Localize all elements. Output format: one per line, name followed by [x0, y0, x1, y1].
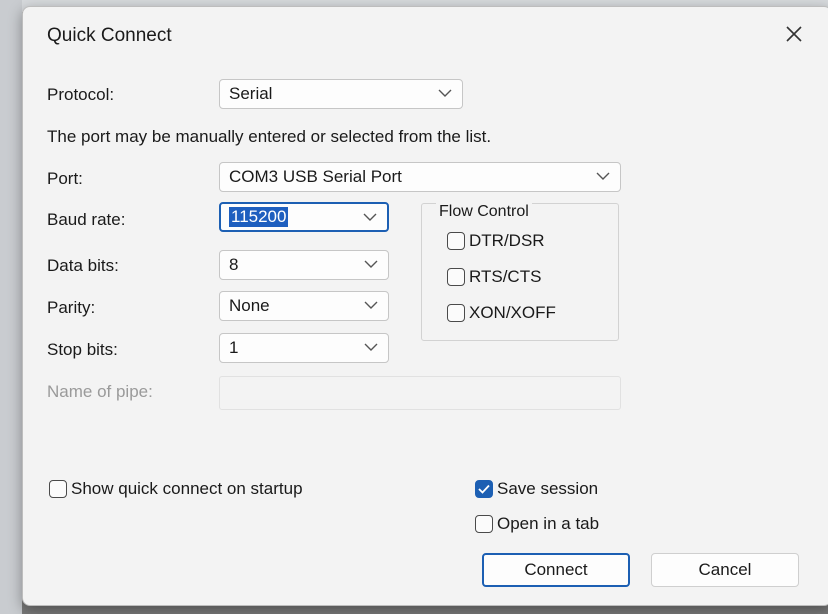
show-on-startup-checkbox[interactable]: Show quick connect on startup [49, 479, 303, 499]
baud-rate-label: Baud rate: [47, 210, 126, 229]
checkbox-box [447, 232, 465, 250]
checkbox-box [447, 304, 465, 322]
port-value: COM3 USB Serial Port [229, 167, 402, 186]
baud-rate-value: 115200 [229, 207, 289, 227]
parity-value: None [229, 296, 270, 315]
rts-cts-label: RTS/CTS [469, 267, 542, 286]
show-on-startup-label: Show quick connect on startup [71, 479, 303, 498]
parity-label: Parity: [47, 298, 96, 317]
xon-xoff-checkbox[interactable]: XON/XOFF [447, 303, 556, 323]
xon-xoff-label: XON/XOFF [469, 303, 556, 322]
dialog-title: Quick Connect [47, 25, 172, 46]
data-bits-label: Data bits: [47, 256, 119, 275]
flow-control-legend: Flow Control [436, 203, 532, 221]
dtr-dsr-checkbox[interactable]: DTR/DSR [447, 231, 545, 251]
chevron-down-icon [363, 213, 377, 221]
checkbox-box [49, 480, 67, 498]
quick-connect-dialog: Quick Connect Protocol: Serial The port … [22, 6, 828, 606]
chevron-down-icon [438, 89, 452, 97]
stop-bits-select[interactable]: 1 [219, 333, 389, 363]
port-combobox[interactable]: COM3 USB Serial Port [219, 162, 621, 192]
close-icon [786, 26, 802, 42]
protocol-select[interactable]: Serial [219, 79, 463, 109]
data-bits-select[interactable]: 8 [219, 250, 389, 280]
stop-bits-label: Stop bits: [47, 340, 118, 359]
baud-rate-combobox[interactable]: 115200 [219, 202, 389, 232]
open-in-tab-checkbox[interactable]: Open in a tab [475, 514, 599, 534]
cancel-button[interactable]: Cancel [651, 553, 799, 587]
chevron-down-icon [596, 172, 610, 180]
parity-select[interactable]: None [219, 291, 389, 321]
dtr-dsr-label: DTR/DSR [469, 231, 545, 250]
port-label: Port: [47, 169, 83, 188]
close-button[interactable] [775, 17, 813, 51]
background-window-edge [0, 0, 22, 614]
port-instruction-text: The port may be manually entered or sele… [47, 127, 492, 146]
pipe-name-input [219, 376, 621, 410]
stop-bits-value: 1 [229, 338, 239, 357]
checkbox-box [475, 515, 493, 533]
open-in-tab-label: Open in a tab [497, 514, 600, 533]
checkbox-box [475, 480, 493, 498]
checkmark-icon [478, 484, 490, 494]
connect-button[interactable]: Connect [482, 553, 630, 587]
protocol-label: Protocol: [47, 85, 115, 104]
checkbox-box [447, 268, 465, 286]
pipe-name-label: Name of pipe: [47, 382, 153, 401]
protocol-value: Serial [229, 84, 273, 103]
rts-cts-checkbox[interactable]: RTS/CTS [447, 267, 541, 287]
chevron-down-icon [364, 343, 378, 351]
save-session-label: Save session [497, 479, 599, 498]
data-bits-value: 8 [229, 255, 239, 274]
save-session-checkbox[interactable]: Save session [475, 479, 598, 499]
chevron-down-icon [364, 260, 378, 268]
chevron-down-icon [364, 301, 378, 309]
